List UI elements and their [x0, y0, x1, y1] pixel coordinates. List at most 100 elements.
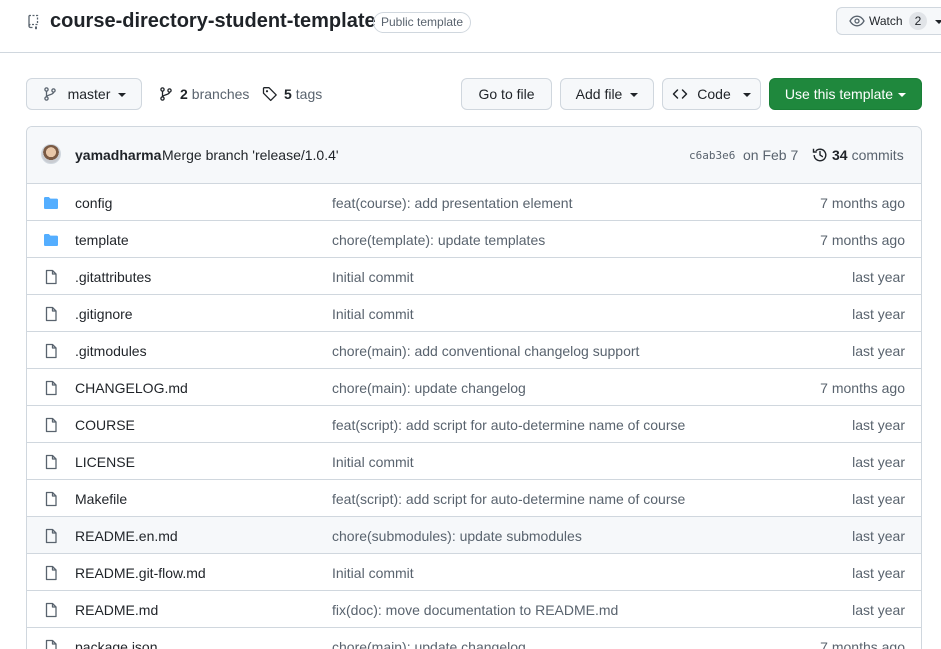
branch-name: master: [67, 86, 111, 102]
file-row[interactable]: README.md fix(doc): move documentation to…: [27, 591, 921, 628]
file-row[interactable]: COURSE feat(script): add script for auto-…: [27, 406, 921, 443]
file-commit-message-link[interactable]: chore(submodules): update submodules: [332, 528, 582, 544]
file-row[interactable]: CHANGELOG.md chore(main): update changelo…: [27, 369, 921, 406]
file-commit-age: 7 months ago: [820, 380, 905, 396]
file-commit-age: 7 months ago: [820, 232, 905, 248]
file-row[interactable]: LICENSE Initial commit last year: [27, 443, 921, 480]
file-commit-age: last year: [852, 417, 905, 433]
go-to-file-label: Go to file: [478, 86, 535, 102]
file-commit-age: last year: [852, 602, 905, 618]
file-name-link[interactable]: package.json: [75, 639, 158, 649]
file-name-link[interactable]: README.git-flow.md: [75, 565, 206, 581]
history-icon: [812, 148, 827, 162]
file-commit-message-link[interactable]: feat(course): add presentation element: [332, 195, 572, 211]
file-commit-message-link[interactable]: chore(main): update changelog: [332, 380, 526, 396]
file-commit-message-link[interactable]: feat(script): add script for auto-determ…: [332, 491, 685, 507]
code-button[interactable]: Code: [662, 78, 761, 110]
file-commit-message-link[interactable]: fix(doc): move documentation to README.m…: [332, 602, 618, 618]
file-commit-message-link[interactable]: Initial commit: [332, 269, 414, 285]
file-commit-age: 7 months ago: [820, 195, 905, 211]
file-row[interactable]: config feat(course): add presentation ele…: [27, 184, 921, 221]
tags-label: tags: [295, 86, 323, 102]
file-row[interactable]: template chore(template): update template…: [27, 221, 921, 258]
eye-icon: [849, 15, 865, 27]
file-commit-message-link[interactable]: chore(main): add conventional changelog …: [332, 343, 639, 359]
repo-name-link[interactable]: course-directory-student-template: [50, 10, 376, 33]
file-row[interactable]: Makefile feat(script): add script for aut…: [27, 480, 921, 517]
file-icon: [43, 528, 59, 544]
branches-count: 2: [180, 86, 188, 102]
file-commit-message-link[interactable]: Initial commit: [332, 306, 414, 322]
file-name-link[interactable]: .gitmodules: [75, 343, 147, 359]
commits-history-link[interactable]: 34 commits: [812, 147, 904, 163]
branches-link[interactable]: 2 branches: [158, 78, 249, 110]
commits-label: commits: [851, 147, 904, 163]
commit-message-link[interactable]: Merge branch 'release/1.0.4': [162, 147, 339, 163]
file-commit-age: last year: [852, 306, 905, 322]
file-name-link[interactable]: .gitattributes: [75, 269, 151, 285]
file-icon: [43, 454, 59, 470]
file-commit-age: last year: [852, 565, 905, 581]
file-commit-age: last year: [852, 269, 905, 285]
use-template-button[interactable]: Use this template: [769, 78, 922, 110]
file-name-link[interactable]: template: [75, 232, 129, 248]
avatar[interactable]: [41, 144, 61, 164]
chevron-down-icon: [630, 93, 639, 97]
commit-author-link[interactable]: yamadharma: [75, 147, 161, 163]
file-name-link[interactable]: .gitignore: [75, 306, 133, 322]
file-name-link[interactable]: README.en.md: [75, 528, 178, 544]
file-listing: yamadharma Merge branch 'release/1.0.4' …: [26, 126, 922, 649]
file-commit-message-link[interactable]: Initial commit: [332, 565, 414, 581]
file-commit-age: last year: [852, 343, 905, 359]
git-branch-icon: [43, 87, 56, 101]
file-row[interactable]: README.git-flow.md Initial commit last yea…: [27, 554, 921, 591]
visibility-badge: Public template: [373, 12, 472, 33]
file-commit-age: 7 months ago: [820, 639, 905, 649]
file-navigation: master 2 branches 5 tags Go to file Add …: [0, 78, 941, 110]
file-icon: [43, 565, 59, 581]
add-file-button[interactable]: Add file: [560, 78, 654, 110]
file-commit-age: last year: [852, 491, 905, 507]
chevron-down-icon: [935, 20, 941, 24]
file-icon: [43, 491, 59, 507]
file-row[interactable]: .gitignore Initial commit last year: [27, 295, 921, 332]
file-icon: [43, 639, 59, 649]
tags-link[interactable]: 5 tags: [262, 78, 322, 110]
file-icon: [43, 417, 59, 433]
file-name-link[interactable]: config: [75, 195, 112, 211]
go-to-file-button[interactable]: Go to file: [461, 78, 552, 110]
add-file-label: Add file: [575, 86, 623, 102]
file-commit-message-link[interactable]: Initial commit: [332, 454, 414, 470]
file-commit-message-link[interactable]: feat(script): add script for auto-determ…: [332, 417, 685, 433]
chevron-down-icon: [742, 93, 751, 97]
branch-select-button[interactable]: master: [26, 78, 142, 110]
watch-count: 2: [908, 12, 928, 30]
file-commit-message-link[interactable]: chore(template): update templates: [332, 232, 545, 248]
chevron-down-icon: [898, 93, 907, 97]
code-label: Code: [697, 86, 731, 102]
repo-header: course-directory-student-template Public…: [0, 0, 941, 53]
file-row[interactable]: .gitmodules chore(main): add conventional…: [27, 332, 921, 369]
commit-sha-link[interactable]: c6ab3e6: [689, 149, 735, 162]
file-name-link[interactable]: Makefile: [75, 491, 127, 507]
file-name-link[interactable]: COURSE: [75, 417, 135, 433]
commits-count: 34: [832, 147, 848, 163]
latest-commit-bar: yamadharma Merge branch 'release/1.0.4' …: [27, 127, 921, 184]
file-icon: [43, 306, 59, 322]
file-name-link[interactable]: README.md: [75, 602, 158, 618]
file-row[interactable]: README.en.md chore(submodules): update su…: [27, 517, 921, 554]
file-commit-age: last year: [852, 528, 905, 544]
file-icon: [43, 269, 59, 285]
tags-count: 5: [284, 86, 292, 102]
file-commit-message-link[interactable]: chore(main): update changelog: [332, 639, 526, 649]
branches-label: branches: [191, 86, 250, 102]
file-row[interactable]: .gitattributes Initial commit last year: [27, 258, 921, 295]
use-template-label: Use this template: [784, 86, 894, 102]
file-icon: [43, 380, 59, 396]
file-commit-age: last year: [852, 454, 905, 470]
file-row[interactable]: package.json chore(main): update changelo…: [27, 628, 921, 649]
watch-button[interactable]: Watch 2: [836, 7, 941, 35]
file-name-link[interactable]: LICENSE: [75, 454, 135, 470]
file-name-link[interactable]: CHANGELOG.md: [75, 380, 188, 396]
file-icon: [43, 343, 59, 359]
